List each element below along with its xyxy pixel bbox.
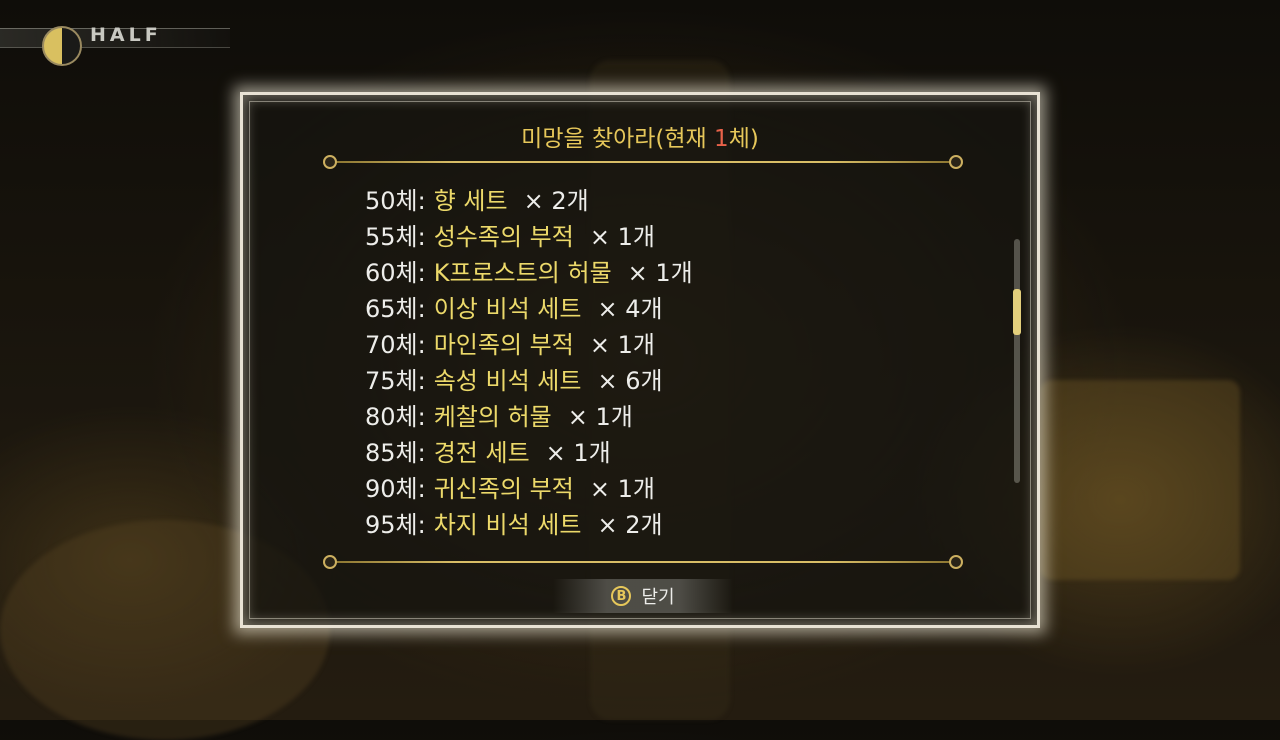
reward-item: 귀신족의 부적	[433, 475, 574, 503]
reward-item: 성수족의 부적	[433, 223, 574, 251]
reward-quantity: × 1개	[567, 403, 633, 431]
reward-row: 85체: 경전 세트 × 1개	[365, 435, 925, 471]
reward-row: 50체: 향 세트 × 2개	[365, 183, 925, 219]
reward-item: 마인족의 부적	[433, 331, 574, 359]
reward-row: 60체: K프로스트의 허물 × 1개	[365, 255, 925, 291]
reward-level: 90체:	[365, 475, 426, 503]
b-button-icon: B	[611, 586, 632, 606]
reward-quantity: × 4개	[597, 295, 663, 323]
reward-item: K프로스트의 허물	[433, 259, 612, 287]
reward-row: 95체: 차지 비석 세트 × 2개	[365, 507, 925, 543]
reward-item: 차지 비석 세트	[433, 511, 582, 539]
reward-item: 경전 세트	[433, 439, 530, 467]
reward-level: 85체:	[365, 439, 426, 467]
top-divider	[323, 155, 963, 169]
reward-quantity: × 6개	[597, 367, 663, 395]
half-moon-icon	[42, 26, 82, 66]
reward-quantity: × 1개	[589, 331, 655, 359]
reward-quantity: × 1개	[627, 259, 693, 287]
reward-list[interactable]: 50체: 향 세트 × 2개 55체: 성수족의 부적 × 1개 60체: K프로스트의 허물…	[365, 183, 925, 543]
reward-row: 80체: 케찰의 허물 × 1개	[365, 399, 925, 435]
reward-row: 90체: 귀신족의 부적 × 1개	[365, 471, 925, 507]
reward-item: 향 세트	[433, 187, 508, 215]
reward-list-dialog: 미망을 찾아라(현재 1체) 50체: 향 세트 × 2개 55체: 성수족의 부적 × …	[240, 92, 1040, 628]
reward-level: 70체:	[365, 331, 426, 359]
reward-quantity: × 1개	[589, 223, 655, 251]
reward-level: 95체:	[365, 511, 426, 539]
reward-quantity: × 1개	[589, 475, 655, 503]
title-prefix: 미망을 찾아라(현재	[521, 126, 715, 152]
reward-quantity: × 2개	[523, 187, 589, 215]
reward-level: 50체:	[365, 187, 426, 215]
reward-item: 케찰의 허물	[433, 403, 552, 431]
reward-level: 55체:	[365, 223, 426, 251]
reward-quantity: × 1개	[545, 439, 611, 467]
background-treasure-chest	[1040, 380, 1240, 580]
divider-knob-icon	[949, 155, 963, 169]
reward-level: 75체:	[365, 367, 426, 395]
scrollbar-thumb[interactable]	[1013, 289, 1021, 335]
reward-row: 70체: 마인족의 부적 × 1개	[365, 327, 925, 363]
moon-phase-indicator: HALF	[0, 18, 240, 66]
close-button-label: 닫기	[641, 587, 675, 608]
reward-row: 55체: 성수족의 부적 × 1개	[365, 219, 925, 255]
reward-item: 이상 비석 세트	[433, 295, 582, 323]
reward-quantity: × 2개	[597, 511, 663, 539]
reward-level: 60체:	[365, 259, 426, 287]
moon-phase-label: HALF	[90, 24, 162, 46]
dialog-title: 미망을 찾아라(현재 1체)	[243, 119, 1037, 153]
reward-level: 80체:	[365, 403, 426, 431]
reward-row: 75체: 속성 비석 세트 × 6개	[365, 363, 925, 399]
title-suffix: 체)	[728, 126, 759, 152]
close-button[interactable]: B 닫기	[553, 579, 733, 613]
current-count: 1	[714, 126, 729, 152]
bottom-divider	[323, 555, 963, 569]
scrollbar[interactable]	[1013, 239, 1021, 483]
reward-item: 속성 비석 세트	[433, 367, 582, 395]
divider-knob-icon	[949, 555, 963, 569]
reward-level: 65체:	[365, 295, 426, 323]
reward-row: 65체: 이상 비석 세트 × 4개	[365, 291, 925, 327]
divider-knob-icon	[323, 155, 337, 169]
divider-knob-icon	[323, 555, 337, 569]
